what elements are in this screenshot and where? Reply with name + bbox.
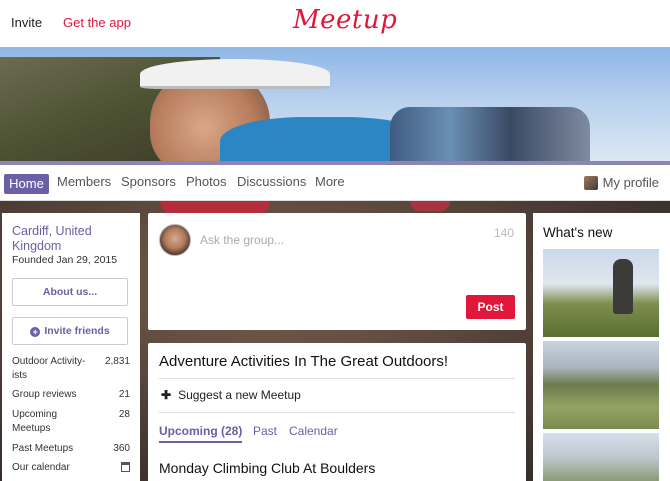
nav-more-tab[interactable]: More (315, 174, 345, 189)
divider (159, 412, 515, 413)
stat-calendar[interactable]: Our calendar (12, 461, 130, 475)
invite-friends-button[interactable]: + Invite friends (12, 317, 128, 345)
profile-avatar (583, 175, 598, 190)
group-meetups-panel: Adventure Activities In The Great Outdoo… (148, 343, 526, 481)
stat-label: Our calendar (12, 462, 70, 473)
stat-reviews[interactable]: Group reviews 21 (12, 388, 130, 402)
plus-icon: ✚ (161, 388, 172, 402)
event-title[interactable]: Monday Climbing Club At Boulders (159, 460, 375, 476)
invite-friends-label: Invite friends (44, 325, 110, 337)
plus-circle-icon: + (30, 327, 41, 337)
nav-home-tab[interactable]: Home (4, 174, 49, 194)
stat-label: Outdoor Activity-ists (12, 356, 86, 381)
top-bar: Invite Get the app Meetup (0, 0, 670, 47)
cover-helmet (140, 59, 330, 89)
my-profile-label: My profile (602, 175, 659, 190)
my-profile-link[interactable]: My profile (583, 175, 659, 190)
stat-label: Upcoming Meetups (12, 409, 58, 434)
stat-value: 2,831 (104, 356, 130, 367)
ask-the-group-input[interactable]: Ask the group... (200, 233, 284, 247)
post-composer: Ask the group... 140 Post (148, 213, 526, 330)
nav-photos-tab[interactable]: Photos (186, 174, 226, 189)
whats-new-photo[interactable] (543, 341, 659, 429)
stat-value: 360 (113, 443, 130, 454)
stat-upcoming[interactable]: Upcoming Meetups 28 (12, 408, 130, 435)
character-count: 140 (493, 226, 514, 240)
group-cover-photo (0, 47, 670, 165)
about-us-button[interactable]: About us... (12, 278, 128, 306)
whats-new-heading: What's new (543, 225, 613, 240)
suggest-meetup-link[interactable]: ✚ Suggest a new Meetup (161, 388, 301, 402)
stat-members[interactable]: Outdoor Activity-ists 2,831 (12, 355, 130, 382)
whats-new-photo[interactable] (543, 249, 659, 337)
background-red-detail (410, 201, 450, 211)
nav-discussions-tab[interactable]: Discussions (237, 174, 306, 189)
nav-members-tab[interactable]: Members (57, 174, 111, 189)
group-nav-bar: Home Members Sponsors Photos Discussions… (0, 165, 670, 201)
suggest-meetup-label: Suggest a new Meetup (178, 388, 301, 402)
stat-value: 21 (118, 389, 130, 400)
stat-value: 28 (118, 409, 130, 420)
user-avatar (159, 224, 191, 256)
stat-label: Group reviews (12, 389, 77, 400)
invite-link[interactable]: Invite (11, 15, 42, 30)
post-button[interactable]: Post (466, 295, 515, 319)
tab-calendar[interactable]: Calendar (289, 424, 338, 438)
photo-person (613, 259, 633, 314)
stat-past[interactable]: Past Meetups 360 (12, 442, 130, 456)
group-location-link[interactable]: Cardiff, United Kingdom (12, 224, 122, 254)
nav-sponsors-tab[interactable]: Sponsors (121, 174, 176, 189)
group-title: Adventure Activities In The Great Outdoo… (159, 353, 449, 370)
group-info-sidebar: Cardiff, United Kingdom Founded Jan 29, … (2, 213, 140, 481)
stat-label: Past Meetups (12, 443, 74, 454)
whats-new-panel: What's new (533, 213, 670, 481)
calendar-icon (121, 462, 130, 472)
founded-date: Founded Jan 29, 2015 (12, 254, 118, 266)
tab-upcoming[interactable]: Upcoming (28) (159, 424, 243, 443)
meetup-logo[interactable]: Meetup (293, 5, 397, 35)
divider (159, 378, 515, 379)
cover-group-of-people (390, 107, 590, 165)
get-the-app-link[interactable]: Get the app (63, 15, 131, 30)
whats-new-photo[interactable] (543, 433, 659, 481)
tab-past[interactable]: Past (253, 424, 277, 438)
